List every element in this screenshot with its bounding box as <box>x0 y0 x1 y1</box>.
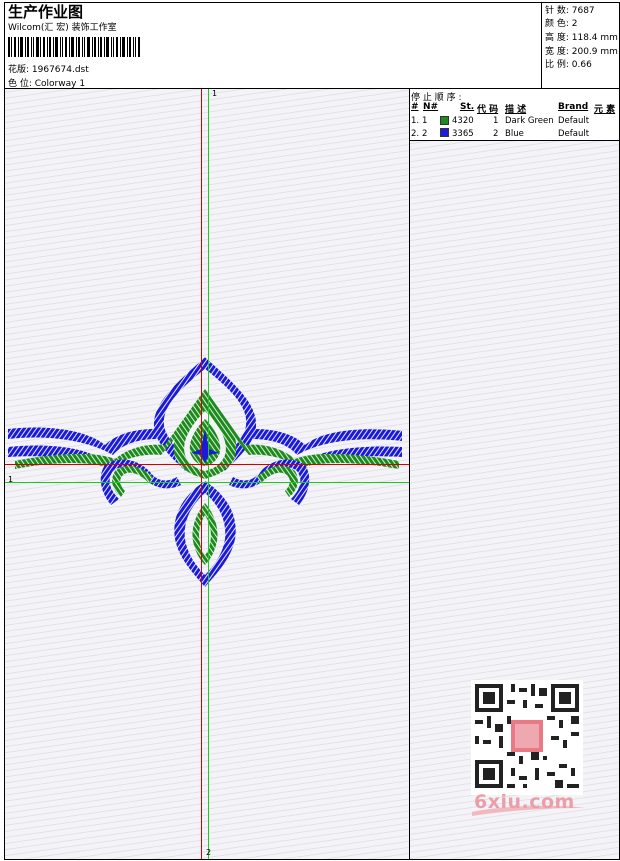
horizontal-axis-green <box>5 482 409 483</box>
design-scale: 比 例: 0.66 <box>545 60 592 70</box>
design-file-label: 花版: 1967674.dst <box>8 65 89 75</box>
col-header-index: # <box>411 102 419 112</box>
row-code: 1 <box>493 116 499 126</box>
color-swatch-blue <box>440 128 449 137</box>
stitch-count: 针 数: 7687 <box>545 6 595 16</box>
row-index: 1. <box>411 116 420 126</box>
col-header-number: N# <box>423 102 439 112</box>
vertical-axis-green <box>208 89 209 859</box>
row-description: Dark Green <box>505 116 554 126</box>
embroidery-design-drawing <box>8 356 402 587</box>
design-width: 宽 度: 200.9 mm <box>545 47 618 57</box>
vertical-axis-red <box>201 89 202 859</box>
stats-box: 针 数: 7687 颜 色: 2 高 度: 118.4 mm 宽 度: 200.… <box>541 2 620 89</box>
stop-sequence-table: 停 止 顺 序 : # N# St. 代 码 描 述 Brand 元 素 1. … <box>410 89 619 141</box>
col-header-description: 描 述 <box>505 105 527 115</box>
company-name: Wilcom(汇 宏) 装饰工作室 <box>8 23 117 33</box>
lower-drop-green <box>192 503 218 565</box>
row-index: 2. <box>411 129 420 139</box>
lower-drop-blue <box>174 481 236 587</box>
axis-label-left: 1 <box>8 475 14 484</box>
watermark-qr-code <box>471 680 583 795</box>
col-header-stitches: St. <box>460 102 475 112</box>
row-brand: Default <box>558 116 590 126</box>
axis-label-bottom: 2 <box>206 848 212 857</box>
row-description: Blue <box>505 129 524 139</box>
col-header-brand: Brand <box>558 102 589 112</box>
row-number: 2 <box>422 129 428 139</box>
barcode-icon <box>8 37 140 57</box>
color-count: 颜 色: 2 <box>545 19 578 29</box>
color-swatch-green <box>440 116 449 125</box>
col-header-code: 代 码 <box>477 105 499 115</box>
row-brand: Default <box>558 129 590 139</box>
watermark-logo-text: 6xiu.com <box>474 791 575 813</box>
row-code: 2 <box>493 129 499 139</box>
row-stitches: 4320 <box>452 116 474 126</box>
row-stitches: 3365 <box>452 129 474 139</box>
axis-label-top: 1 <box>212 89 218 98</box>
page-title: 生产作业图 <box>8 3 84 21</box>
design-height: 高 度: 118.4 mm <box>545 33 618 43</box>
qr-code-icon <box>471 680 583 792</box>
col-header-element: 元 素 <box>594 105 616 115</box>
horizontal-axis-red <box>5 464 409 465</box>
row-number: 1 <box>422 116 428 126</box>
design-preview: 1 1 2 <box>5 89 409 859</box>
